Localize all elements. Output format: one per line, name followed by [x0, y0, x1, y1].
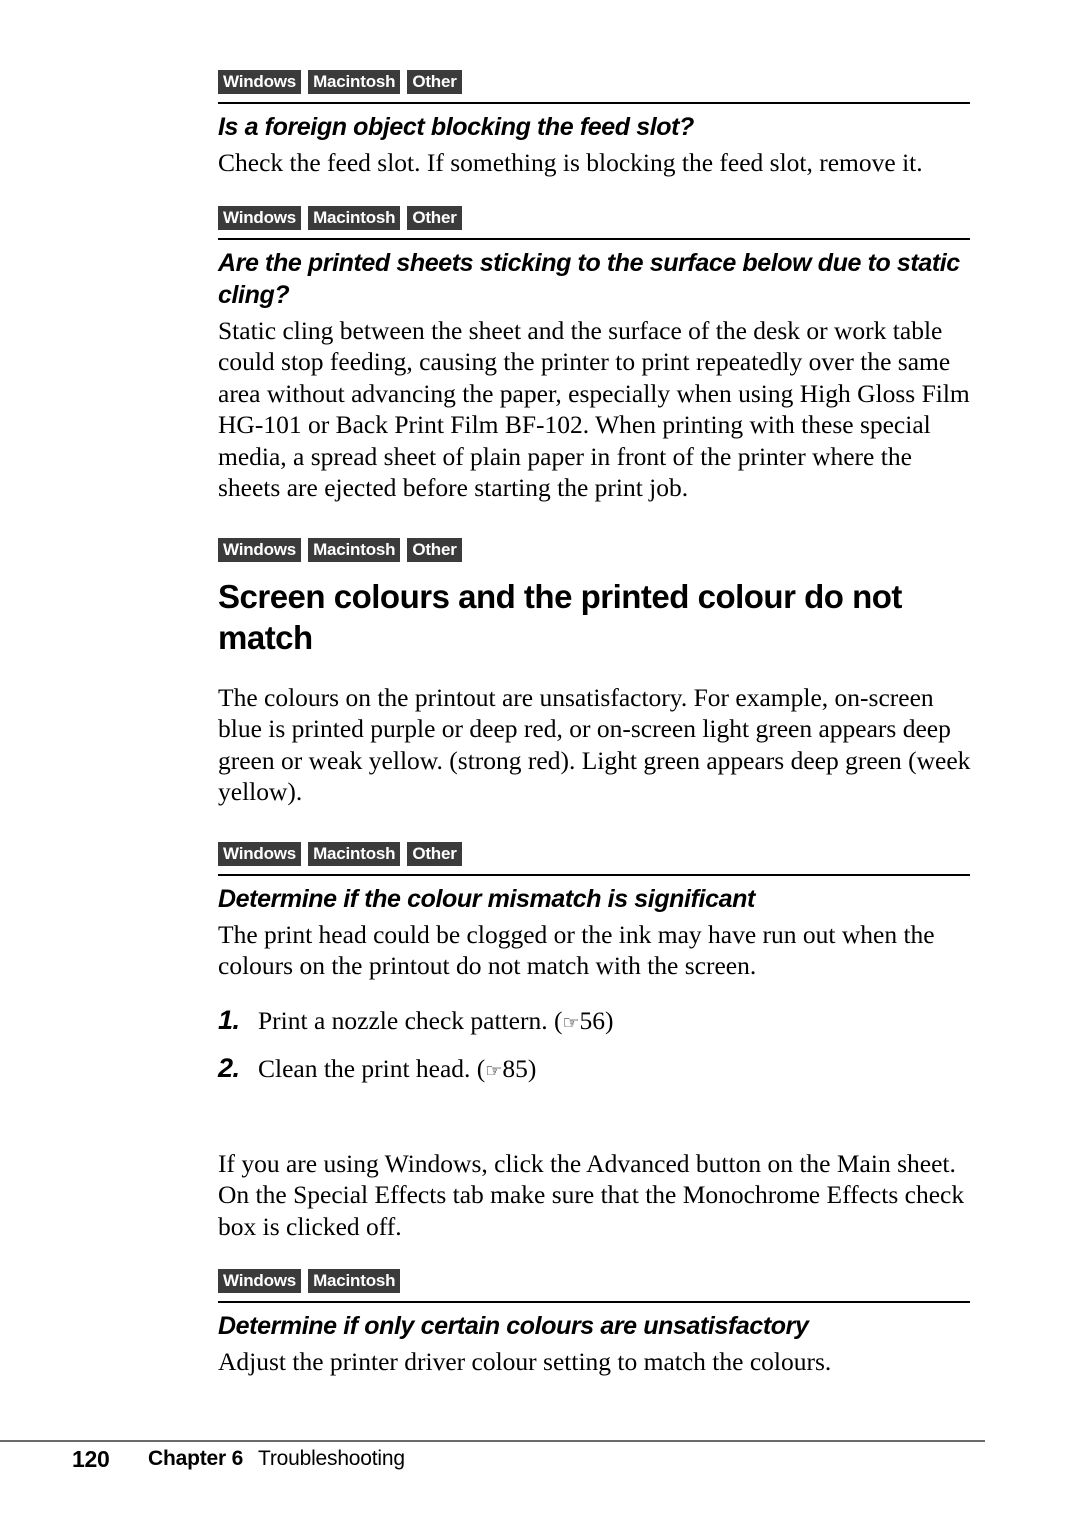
badge-macintosh: Macintosh	[308, 70, 401, 94]
procedure-step-list: 1. Print a nozzle check pattern. (☞56) 2…	[218, 1004, 972, 1087]
footer-chapter-title: Troubleshooting	[258, 1447, 405, 1470]
page-content: Windows Macintosh Other Is a foreign obj…	[218, 70, 972, 1378]
section-static-cling: Windows Macintosh Other Are the printed …	[218, 205, 972, 504]
platform-badge-group: Windows Macintosh Other	[218, 841, 972, 868]
page-reference-icon: ☞	[562, 1011, 580, 1034]
footer-chapter-label: Chapter 6	[148, 1447, 244, 1470]
step-text: Clean the print head. (☞85)	[258, 1053, 536, 1087]
section-body: The print head could be clogged or the i…	[218, 919, 935, 981]
section-heading: Determine if only certain colours are un…	[218, 1312, 809, 1340]
section-certain-colours: Windows Macintosh Determine if only cert…	[218, 1269, 972, 1378]
page-reference-icon: ☞	[485, 1059, 503, 1082]
step-label: Clean the print head. (	[258, 1053, 486, 1083]
badge-other: Other	[407, 205, 462, 230]
badge-windows: Windows	[218, 205, 302, 230]
badge-other: Other	[407, 841, 462, 866]
platform-badge-group: Windows Macintosh	[218, 1269, 972, 1295]
badge-other: Other	[407, 537, 462, 562]
section-body: The colours on the printout are unsatisf…	[218, 682, 971, 807]
page-reference-number: 85	[502, 1053, 528, 1083]
section-body: Adjust the printer driver colour setting…	[218, 1347, 832, 1376]
platform-badge-group: Windows Macintosh Other	[218, 205, 972, 232]
document-page: Windows Macintosh Other Is a foreign obj…	[0, 0, 1080, 1533]
footer-divider	[0, 1440, 985, 1442]
section-heading: Is a foreign object blocking the feed sl…	[218, 113, 694, 141]
badge-macintosh: Macintosh	[308, 1269, 401, 1293]
page-footer: 120 Chapter 6 Troubleshooting	[0, 1443, 1080, 1483]
step-close-paren: )	[527, 1053, 537, 1083]
badge-other: Other	[407, 70, 462, 94]
badge-macintosh: Macintosh	[308, 841, 401, 866]
section-body: Static cling between the sheet and the s…	[218, 315, 970, 503]
section-body-secondary: If you are using Windows, click the Adva…	[218, 1148, 965, 1241]
step-number: 1.	[218, 1004, 240, 1035]
badge-windows: Windows	[218, 537, 302, 562]
section-divider	[218, 873, 970, 876]
section-foreign-object: Windows Macintosh Other Is a foreign obj…	[218, 70, 972, 179]
section-divider	[218, 102, 970, 104]
section-heading: Are the printed sheets sticking to the s…	[218, 248, 960, 309]
section-divider	[218, 1301, 970, 1303]
badge-macintosh: Macintosh	[308, 537, 401, 562]
section-heading: Determine if the colour mismatch is sign…	[218, 884, 755, 913]
platform-badge-group: Windows Macintosh Other	[218, 70, 972, 96]
badge-windows: Windows	[218, 841, 302, 866]
badge-macintosh: Macintosh	[308, 205, 401, 230]
page-title: Screen colours and the printed colour do…	[218, 577, 902, 656]
step-label: Print a nozzle check pattern. (	[258, 1005, 563, 1035]
section-colour-mismatch: Windows Macintosh Other Determine if the…	[218, 841, 972, 1243]
section-screen-colours: Windows Macintosh Other Screen colours a…	[218, 537, 972, 808]
badge-windows: Windows	[218, 70, 302, 94]
step-close-paren: )	[605, 1005, 614, 1035]
heading-spacer	[218, 658, 972, 678]
step-text: Print a nozzle check pattern. (☞56)	[258, 1005, 614, 1039]
badge-windows: Windows	[218, 1269, 302, 1293]
section-divider	[218, 237, 970, 240]
list-item: 2. Clean the print head. (☞85)	[218, 1052, 972, 1087]
footer-page-number: 120	[72, 1446, 110, 1472]
step-number: 2.	[218, 1052, 240, 1083]
list-item: 1. Print a nozzle check pattern. (☞56)	[218, 1004, 972, 1039]
platform-badge-group: Windows Macintosh Other	[218, 537, 972, 564]
section-body: Check the feed slot. If something is blo…	[218, 148, 923, 177]
page-reference-number: 56	[579, 1005, 606, 1035]
